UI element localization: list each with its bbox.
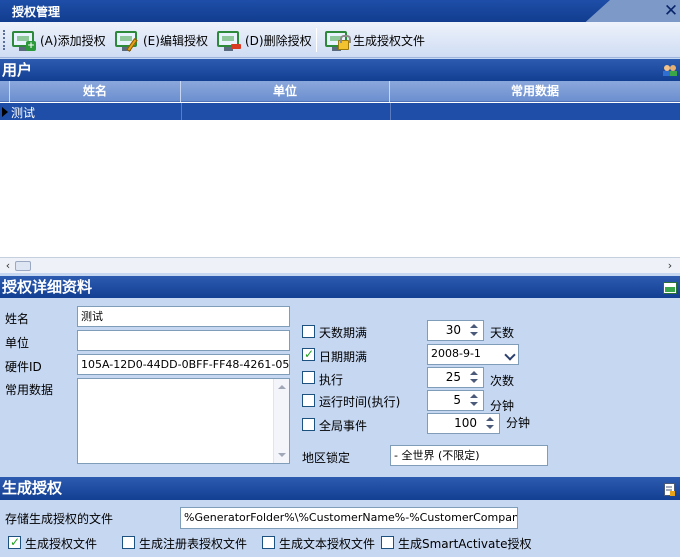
name-field[interactable]: 测试 xyxy=(77,306,290,327)
cell-divider xyxy=(390,103,391,120)
runtime-checkbox[interactable] xyxy=(302,394,315,407)
global-event-value: 100 xyxy=(454,416,477,430)
generate-smartactivate-checkbox[interactable] xyxy=(381,536,394,549)
spin-arrows-icon[interactable] xyxy=(466,392,482,409)
generate-license-file-label: 生成授权文件 xyxy=(353,34,426,48)
generate-license-file-checkbox[interactable] xyxy=(8,535,21,549)
details-section-title: 授权详细资料 xyxy=(2,278,93,296)
days-expire-label: 天数期满 xyxy=(319,326,368,340)
users-section-title: 用户 xyxy=(2,61,33,79)
days-unit-label: 天数 xyxy=(490,326,515,340)
days-spinner[interactable]: 30 xyxy=(427,320,484,341)
generate-registry-license-label: 生成注册表授权文件 xyxy=(139,537,248,551)
region-lock-field[interactable]: - 全世界 (不限定) xyxy=(390,445,548,466)
delete-license-icon xyxy=(216,29,242,53)
unit-label: 单位 xyxy=(5,336,30,350)
unit-field[interactable] xyxy=(77,330,290,351)
column-header-name[interactable]: 姓名 xyxy=(10,81,181,102)
scroll-left-icon[interactable]: ‹ xyxy=(2,260,14,272)
executions-value: 25 xyxy=(445,370,461,384)
scroll-right-icon[interactable]: › xyxy=(664,260,676,272)
generate-text-license-checkbox[interactable] xyxy=(262,536,275,549)
table-row[interactable]: 测试 xyxy=(0,103,680,120)
days-value: 30 xyxy=(445,323,461,337)
toolbar: + (A)添加授权 (E)编辑授权 (D)删除授权 生成授权文件 xyxy=(0,22,680,58)
output-file-label: 存储生成授权的文件 xyxy=(5,512,114,526)
document-icon xyxy=(664,483,676,499)
textarea-scrollbar[interactable] xyxy=(273,379,289,463)
scroll-thumb[interactable] xyxy=(15,261,31,271)
edit-license-icon xyxy=(114,29,140,53)
row-indicator-header xyxy=(0,81,10,102)
window-title: 授权管理 xyxy=(12,5,61,19)
executions-spinner[interactable]: 25 xyxy=(427,367,484,388)
runtime-label: 运行时间(执行) xyxy=(319,395,401,409)
global-event-unit-label: 分钟 xyxy=(506,416,531,430)
toolbar-separator xyxy=(316,28,317,52)
close-icon[interactable]: ✕ xyxy=(662,1,680,21)
executions-checkbox[interactable] xyxy=(302,371,315,384)
title-tab xyxy=(0,0,610,22)
generate-smartactivate-label: 生成SmartActivate授权 xyxy=(398,537,532,551)
global-event-spinner[interactable]: 100 xyxy=(427,413,500,434)
users-section-header: 用户 xyxy=(0,59,680,81)
generate-text-license-label: 生成文本授权文件 xyxy=(279,537,376,551)
runtime-unit-label: 分钟 xyxy=(490,399,515,413)
details-panel-icon xyxy=(663,282,677,297)
hardware-id-label: 硬件ID xyxy=(5,360,42,374)
executions-unit-label: 次数 xyxy=(490,374,515,388)
region-lock-label: 地区锁定 xyxy=(302,451,351,465)
cell-divider xyxy=(181,103,182,120)
horizontal-scrollbar[interactable]: ‹ › xyxy=(0,257,680,273)
days-expire-checkbox[interactable] xyxy=(302,325,315,338)
generate-license-icon xyxy=(324,29,351,53)
spin-arrows-icon[interactable] xyxy=(482,415,498,432)
add-license-label: (A)添加授权 xyxy=(40,34,106,48)
executions-label: 执行 xyxy=(319,373,344,387)
column-header-common-data[interactable]: 常用数据 xyxy=(390,81,680,102)
global-event-label: 全局事件 xyxy=(319,419,368,433)
date-expire-label: 日期期满 xyxy=(319,350,368,364)
delete-license-button[interactable]: (D)删除授权 xyxy=(214,27,314,54)
add-license-icon: + xyxy=(11,29,37,53)
row-pointer-icon xyxy=(2,107,8,117)
details-section-header: 授权详细资料 xyxy=(0,276,680,298)
runtime-spinner[interactable]: 5 xyxy=(427,390,484,411)
column-header-unit[interactable]: 单位 xyxy=(181,81,390,102)
name-label: 姓名 xyxy=(5,312,30,326)
cell-name: 测试 xyxy=(11,106,36,120)
generate-license-file-button[interactable]: 生成授权文件 xyxy=(322,27,427,54)
chevron-down-icon[interactable] xyxy=(504,349,516,361)
users-icon xyxy=(662,64,677,79)
date-expire-checkbox[interactable] xyxy=(302,347,315,361)
generate-section-title: 生成授权 xyxy=(2,479,63,497)
output-file-field[interactable]: %GeneratorFolder%\%CustomerName%-%Custom… xyxy=(180,507,518,529)
expiry-date-picker[interactable]: 2008-9-1 xyxy=(427,344,519,365)
common-data-label: 常用数据 xyxy=(5,383,53,397)
hardware-id-field[interactable]: 105A-12D0-44DD-0BFF-FF48-4261-05BC-09 xyxy=(77,354,290,375)
generate-section-header: 生成授权 xyxy=(0,477,680,500)
generate-registry-license-checkbox[interactable] xyxy=(122,536,135,549)
runtime-value: 5 xyxy=(453,393,461,407)
generate-license-file-option-label: 生成授权文件 xyxy=(25,537,98,551)
toolbar-grip[interactable] xyxy=(3,30,5,50)
spin-arrows-icon[interactable] xyxy=(466,322,482,339)
grid-header: 姓名 单位 常用数据 xyxy=(0,81,680,102)
edit-license-label: (E)编辑授权 xyxy=(143,34,208,48)
add-license-button[interactable]: + (A)添加授权 xyxy=(9,27,108,54)
edit-license-button[interactable]: (E)编辑授权 xyxy=(112,27,210,54)
common-data-textarea[interactable] xyxy=(77,378,290,464)
global-event-checkbox[interactable] xyxy=(302,418,315,431)
expiry-date-value: 2008-9-1 xyxy=(431,347,481,360)
delete-license-label: (D)删除授权 xyxy=(245,34,312,48)
users-grid[interactable]: 姓名 单位 常用数据 测试 ‹ › xyxy=(0,81,680,273)
spin-arrows-icon[interactable] xyxy=(466,369,482,386)
